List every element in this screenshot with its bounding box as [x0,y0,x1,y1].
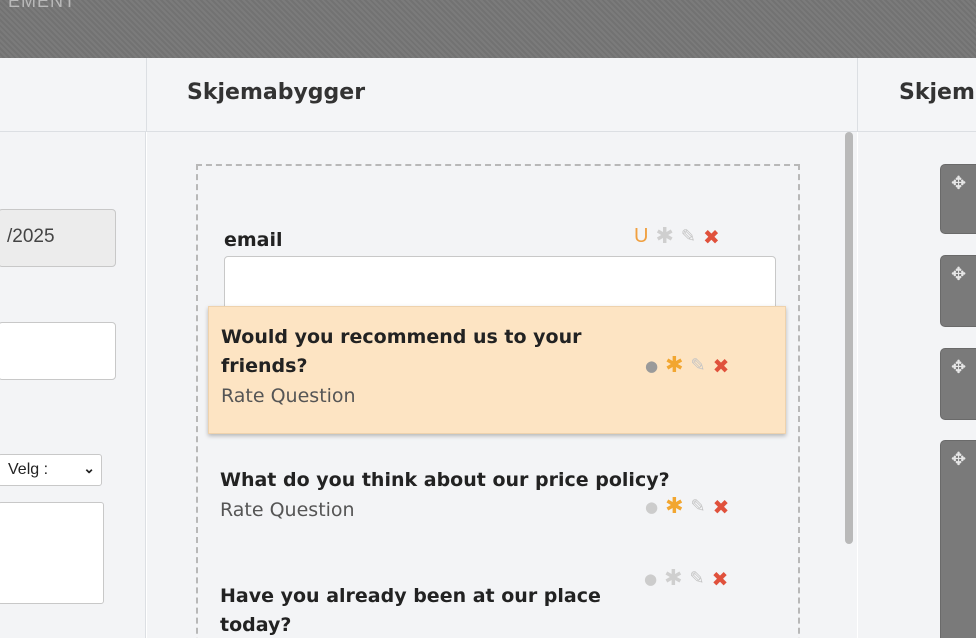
builder-title: Skjemabygger [187,80,366,105]
star-icon[interactable]: ✱ [665,494,683,519]
pencil-icon[interactable]: ✎ [691,355,706,376]
field-label: Would you recommend us to your friends? [221,326,582,377]
move-arrows-icon[interactable]: ✥ [951,264,966,285]
top-bar: EMENT [0,0,976,58]
scrollbar-thumb[interactable] [845,132,853,544]
builder-column-header: Skjemabygger [146,58,857,132]
form-settings-pane: /2025 Velg : ⌄ [0,132,146,638]
close-icon[interactable]: ✖ [713,354,730,378]
text-input[interactable] [0,322,116,380]
close-icon[interactable]: ✖ [713,495,730,519]
star-icon[interactable]: ✱ [665,353,683,378]
preview-title: Skjem [899,80,975,105]
close-icon[interactable]: ✖ [712,567,729,591]
move-arrows-icon[interactable]: ✥ [951,357,966,378]
comment-bubble-icon[interactable]: ● [645,357,658,375]
pencil-icon[interactable]: ✎ [690,568,705,589]
builder-field-visited[interactable]: Have you already been at our place today… [208,566,786,638]
date-field[interactable]: /2025 [0,209,116,267]
email-input[interactable] [224,256,776,310]
pencil-icon[interactable]: ✎ [681,226,696,247]
star-icon[interactable]: ✱ [664,566,682,591]
preview-field-handle[interactable]: ✥ [940,348,976,420]
preview-pane: ✥ ✥ ✥ ✥ [858,132,976,638]
field-label: Have you already been at our place today… [220,585,601,636]
move-arrows-icon[interactable]: ✥ [951,173,966,194]
move-arrows-icon[interactable]: ✥ [951,449,966,470]
comment-bubble-icon[interactable]: ● [644,570,657,588]
close-icon[interactable]: ✖ [703,225,720,249]
comment-bubble-icon[interactable]: ● [645,498,658,516]
top-bar-title: EMENT [8,0,76,11]
field-type: Rate Question [221,385,356,407]
select-dropdown[interactable]: Velg : ⌄ [0,454,102,486]
builder-field-recommend[interactable]: Would you recommend us to your friends? … [208,306,786,434]
form-builder-dropzone[interactable]: email U ✱ ✎ ✖ Would you recommend us to … [196,164,800,638]
star-icon[interactable]: ✱ [655,224,673,249]
field-label: What do you think about our price policy… [220,469,670,491]
builder-scrollbar[interactable] [842,132,857,546]
preview-field-handle[interactable]: ✥ [940,164,976,234]
preview-field-handle[interactable]: ✥ [940,440,976,638]
chevron-down-icon: ⌄ [83,460,95,476]
builder-field-price-policy[interactable]: What do you think about our price policy… [208,456,786,536]
pencil-icon[interactable]: ✎ [691,496,706,517]
select-value: Velg : [8,461,49,478]
left-column-header [0,58,146,132]
textarea-field[interactable] [0,502,104,604]
field-label: email [224,229,283,251]
preview-column-header: Skjem [857,58,976,132]
preview-field-handle[interactable]: ✥ [940,255,976,327]
unique-badge[interactable]: U [634,225,648,248]
